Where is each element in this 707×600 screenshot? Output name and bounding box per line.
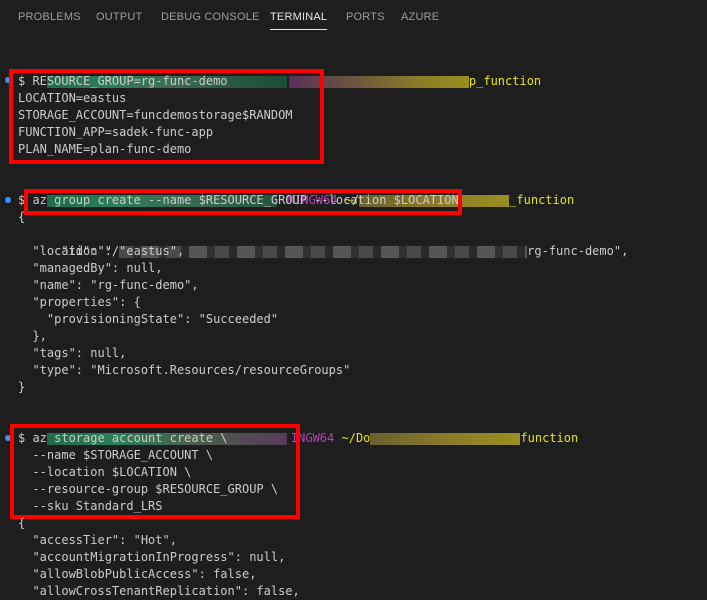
- tab-output[interactable]: OUTPUT: [96, 11, 142, 23]
- json-line: "location": "eastus",: [18, 244, 185, 258]
- highlight-box: [24, 189, 462, 215]
- tab-debug-console[interactable]: DEBUG CONSOLE: [161, 11, 260, 23]
- tab-problems[interactable]: PROBLEMS: [18, 11, 81, 23]
- json-line: "name": "rg-func-demo",: [18, 278, 199, 292]
- prompt-path: function: [520, 431, 579, 445]
- terminal-scrollbar[interactable]: [699, 34, 707, 599]
- json-line: "properties": {: [18, 295, 141, 309]
- redacted-block: [370, 432, 521, 445]
- json-line: {: [18, 210, 26, 224]
- json-line: "managedBy": null,: [18, 261, 163, 275]
- prompt-path: ~/Do: [341, 431, 371, 445]
- highlight-box: [9, 69, 324, 164]
- panel-tab-bar: PROBLEMS OUTPUT DEBUG CONSOLE TERMINAL P…: [0, 0, 707, 34]
- json-line: "tags": null,: [18, 346, 127, 360]
- json-line: },: [18, 329, 47, 343]
- json-value: rg-func-demo",: [527, 244, 629, 258]
- json-line-id: "id": "/rg-func-demo",: [18, 226, 628, 258]
- tab-ports[interactable]: PORTS: [346, 11, 385, 23]
- json-line: "type": "Microsoft.Resources/resourceGro…: [18, 363, 351, 377]
- prompt-path: p_function: [468, 74, 542, 88]
- tab-terminal[interactable]: TERMINAL: [270, 11, 328, 30]
- json-line: "accessTier": "Hot",: [18, 533, 177, 547]
- tab-azure[interactable]: AZURE: [401, 11, 439, 23]
- json-line: "provisioningState": "Succeeded": [18, 312, 279, 326]
- json-line: "allowCrossTenantReplication": false,: [18, 584, 300, 598]
- command-decoration-dot[interactable]: [5, 197, 11, 203]
- json-line: {: [18, 516, 26, 530]
- highlight-box: [10, 424, 300, 519]
- json-line: "accountMigrationInProgress": null,: [18, 550, 286, 564]
- prompt-path: _function: [509, 193, 575, 207]
- json-line: }: [18, 380, 26, 394]
- json-line: "allowBlobPublicAccess": false,: [18, 567, 257, 581]
